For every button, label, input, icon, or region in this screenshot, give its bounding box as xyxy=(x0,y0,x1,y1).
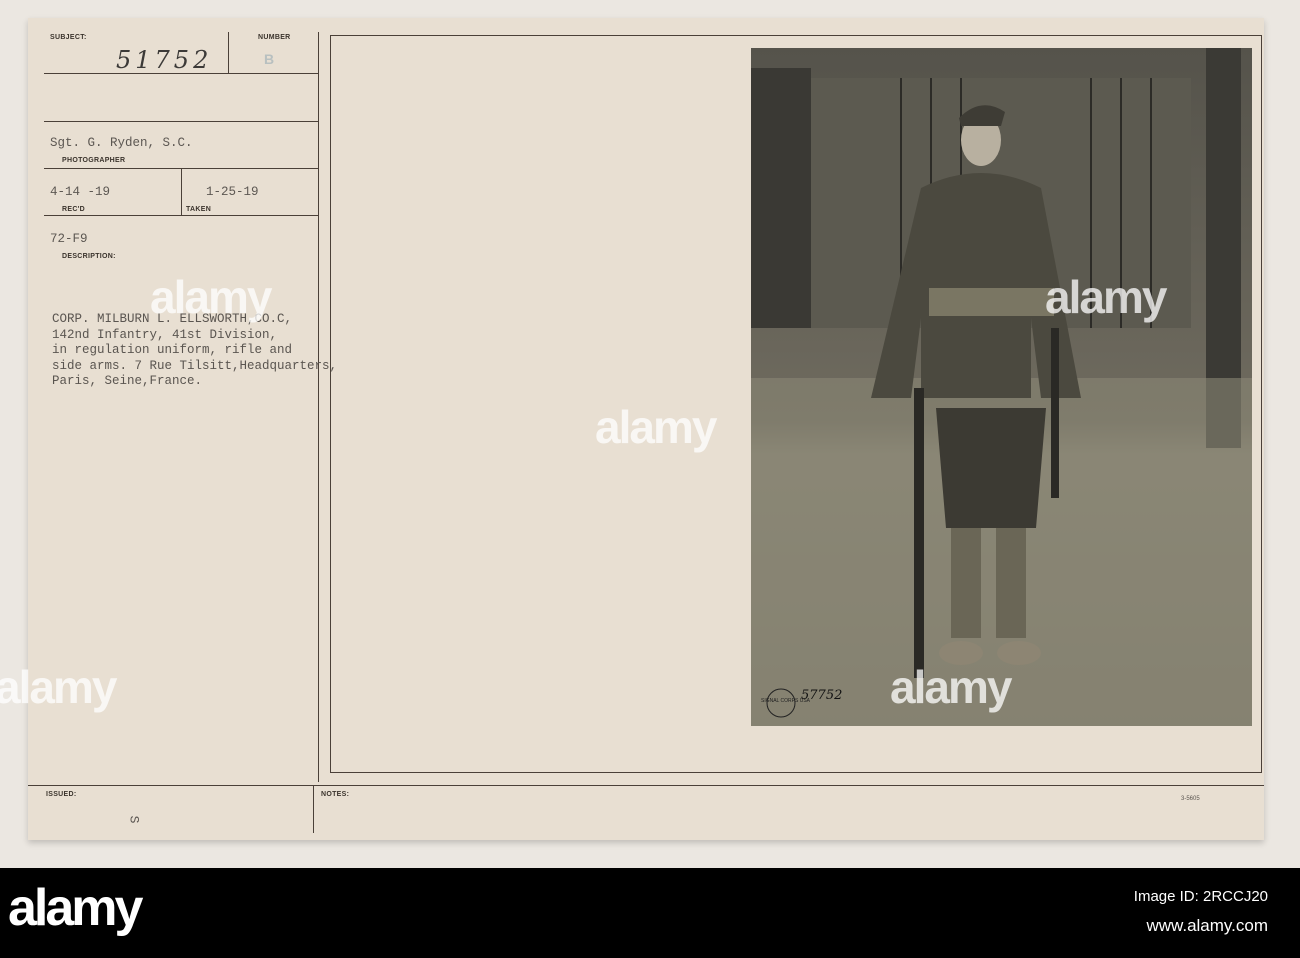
description-line: side arms. 7 Rue Tilsitt,Headquarters, xyxy=(52,358,338,373)
divider xyxy=(181,168,182,216)
photographer-label: PHOTOGRAPHER xyxy=(62,157,126,164)
issued-label: ISSUED: xyxy=(46,791,77,798)
column-divider xyxy=(318,32,319,782)
taken-date: 1-25-19 xyxy=(206,185,259,199)
notes-label: NOTES: xyxy=(321,791,350,798)
received-label: REC'D xyxy=(62,206,85,213)
watermark: alamy xyxy=(1045,271,1167,323)
received-date: 4-14 -19 xyxy=(50,185,111,199)
site-url[interactable]: www.alamy.com xyxy=(1146,916,1268,936)
image-id: Image ID: 2RCCJ20 xyxy=(1133,888,1268,905)
divider xyxy=(28,785,1264,786)
watermark: alamy xyxy=(890,661,1012,713)
issued-mark: S xyxy=(126,815,142,824)
photo-number: 57752 xyxy=(801,688,843,703)
photo-image xyxy=(751,48,1252,726)
description-line: in regulation uniform, rifle and xyxy=(52,343,293,357)
divider xyxy=(44,215,318,216)
alamy-logo: alamy xyxy=(8,879,143,937)
divider xyxy=(44,73,318,74)
divider xyxy=(228,32,229,74)
description-label: DESCRIPTION: xyxy=(62,253,116,260)
watermark: alamy xyxy=(595,401,717,453)
photographer-value: Sgt. G. Ryden, S.C. xyxy=(50,136,193,150)
soldier-photograph: SIGNAL CORPS USA 57752 xyxy=(751,48,1252,726)
taken-label: TAKEN xyxy=(186,206,212,213)
footer-bar: alamy Image ID: 2RCCJ20 www.alamy.com xyxy=(0,868,1300,958)
form-number: 3-5605 xyxy=(1181,796,1200,802)
divider xyxy=(44,121,318,122)
description-line: Paris, Seine,France. xyxy=(52,374,203,388)
subject-label: SUBJECT: xyxy=(50,34,87,41)
number-label: NUMBER xyxy=(258,34,291,41)
number-stamp: B xyxy=(264,51,275,67)
description-line: 142nd Infantry, 41st Division, xyxy=(52,327,278,342)
file-code: 72-F9 xyxy=(50,232,88,246)
divider xyxy=(313,785,314,833)
watermark: alamy xyxy=(150,271,272,323)
subject-number: 51752 xyxy=(116,46,213,74)
watermark: alamy xyxy=(0,661,117,713)
